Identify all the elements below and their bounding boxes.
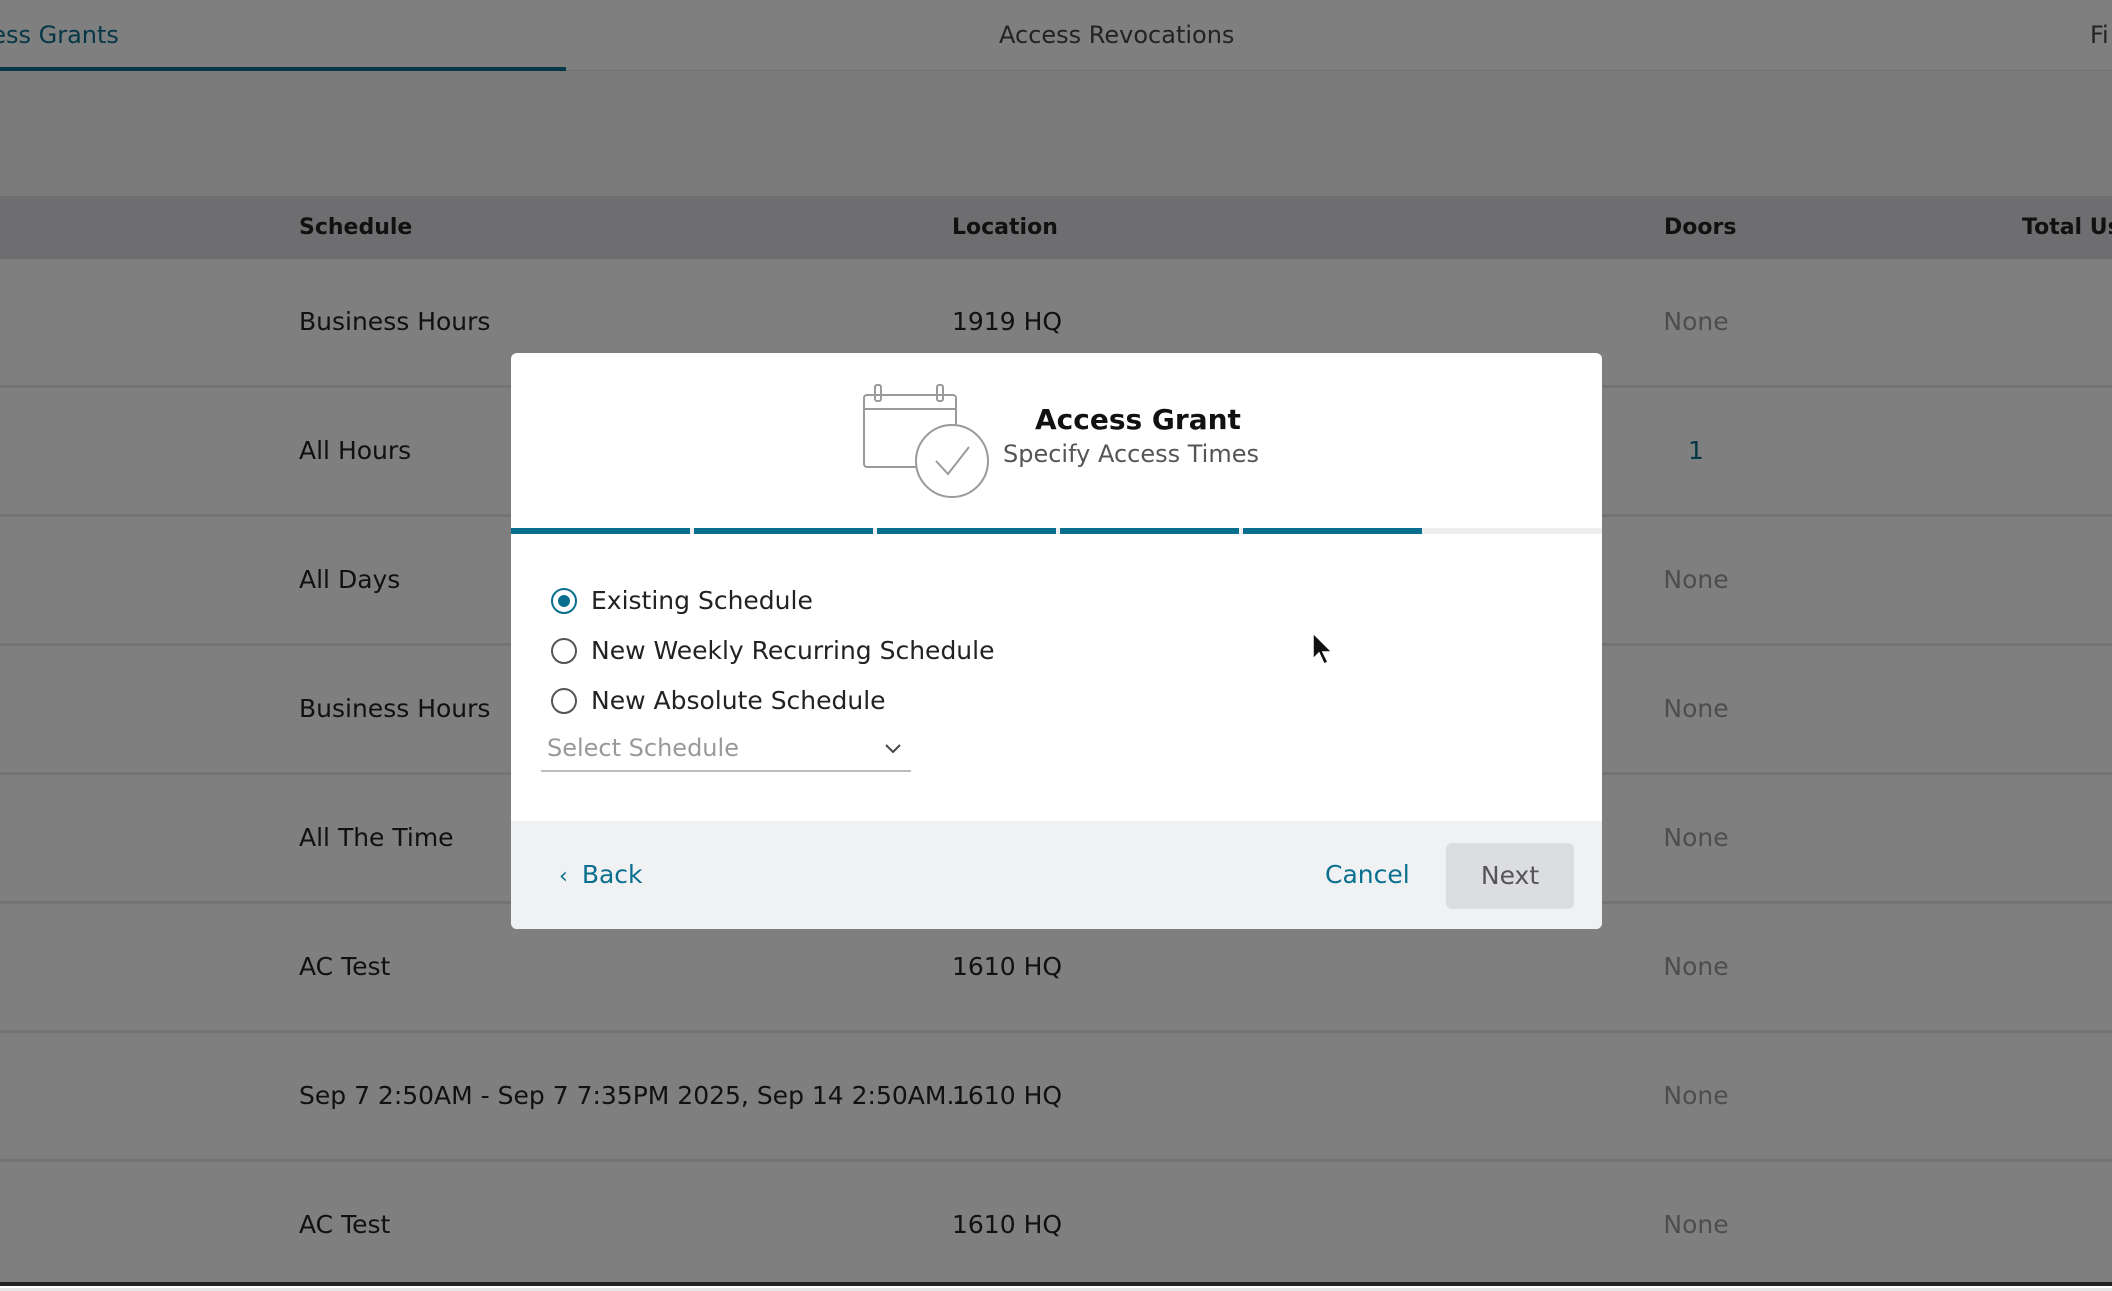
chevron-left-icon: ‹	[559, 864, 568, 889]
progress-step-2	[694, 528, 873, 534]
access-grant-dialog: Access Grant Specify Access Times Existi…	[511, 353, 1602, 929]
mouse-pointer-icon	[1312, 631, 1334, 666]
progress-step-1	[511, 528, 690, 534]
select-placeholder: Select Schedule	[547, 734, 739, 762]
option-label: Existing Schedule	[591, 586, 813, 615]
radio-unchecked[interactable]	[551, 638, 577, 664]
bottom-edge	[0, 1282, 2112, 1286]
chevron-down-icon	[885, 744, 901, 754]
radio-checked[interactable]	[551, 588, 577, 614]
next-button[interactable]: Next	[1446, 843, 1574, 909]
progress-step-3	[877, 528, 1056, 534]
back-button[interactable]: ‹ Back	[559, 851, 643, 899]
calendar-check-icon	[863, 384, 989, 498]
dialog-subtitle: Specify Access Times	[1003, 440, 1259, 468]
select-schedule-dropdown[interactable]: Select Schedule	[541, 728, 911, 772]
step-progress	[511, 528, 1602, 534]
cancel-button[interactable]: Cancel	[1325, 851, 1410, 899]
back-label: Back	[581, 860, 643, 889]
dialog-title: Access Grant	[1035, 403, 1241, 436]
option-label: New Absolute Schedule	[591, 686, 886, 715]
progress-step-5	[1243, 528, 1422, 534]
dialog-header: Access Grant Specify Access Times	[511, 353, 1602, 531]
radio-unchecked[interactable]	[551, 688, 577, 714]
dialog-footer: ‹ Back Cancel Next	[511, 821, 1602, 929]
option-label: New Weekly Recurring Schedule	[591, 636, 995, 665]
progress-step-4	[1060, 528, 1239, 534]
